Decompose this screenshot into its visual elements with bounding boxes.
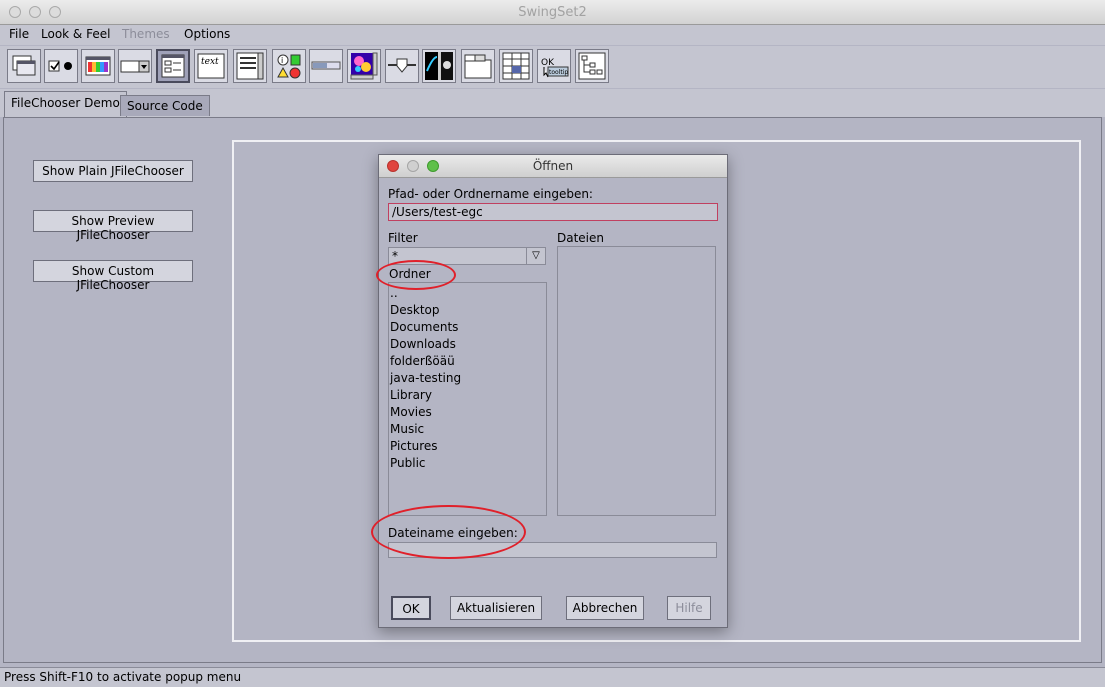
slider-icon xyxy=(388,58,416,73)
folders-list[interactable]: .. Desktop Documents Downloads folderßöä… xyxy=(388,282,547,516)
cancel-button[interactable]: Abbrechen xyxy=(566,596,644,620)
help-button: Hilfe xyxy=(667,596,711,620)
editorpane-demo-button[interactable]: text xyxy=(194,49,228,83)
menu-file[interactable]: File xyxy=(9,27,29,41)
list-item[interactable]: java-testing xyxy=(389,370,546,387)
menu-look-and-feel[interactable]: Look & Feel xyxy=(41,27,110,41)
table-demo-button[interactable] xyxy=(499,49,533,83)
tooltip-icon-sub: tooltip xyxy=(549,69,568,76)
svg-text:i: i xyxy=(281,56,283,65)
show-plain-filechooser-button[interactable]: Show Plain JFileChooser xyxy=(33,160,193,182)
combobox-demo-button[interactable] xyxy=(118,49,152,83)
list-demo-button[interactable] xyxy=(233,49,267,83)
optionpane-icon: i xyxy=(277,54,301,79)
slider-demo-button[interactable] xyxy=(385,49,419,83)
window-titlebar: SwingSet2 xyxy=(0,0,1105,25)
dialog-titlebar: Öffnen xyxy=(379,155,727,178)
list-item[interactable]: Library xyxy=(389,387,546,404)
internalframe-demo-button[interactable] xyxy=(7,49,41,83)
path-label: Pfad- oder Ordnername eingeben: xyxy=(388,187,593,201)
show-custom-filechooser-button[interactable]: Show Custom JFileChooser xyxy=(33,260,193,292)
show-preview-filechooser-button[interactable]: Show Preview JFileChooser xyxy=(33,210,193,242)
list-item[interactable]: Movies xyxy=(389,404,546,421)
progressbar-icon xyxy=(311,61,341,70)
splitpane-demo-button[interactable] xyxy=(422,49,456,83)
table-icon xyxy=(502,52,530,80)
files-label: Dateien xyxy=(557,231,605,245)
buttons-demo-button[interactable] xyxy=(44,49,78,83)
buttons-icon xyxy=(48,60,72,72)
list-icon xyxy=(236,52,264,80)
path-input[interactable]: /Users/test-egc xyxy=(388,203,718,221)
menu-themes: Themes xyxy=(122,27,170,41)
files-list[interactable] xyxy=(557,246,716,516)
filechooser-demo-button[interactable] xyxy=(156,49,190,83)
window-title: SwingSet2 xyxy=(518,5,587,20)
ok-button[interactable]: OK xyxy=(391,596,431,620)
list-item[interactable]: Public xyxy=(389,455,546,472)
tooltip-demo-button[interactable]: OK tooltip xyxy=(537,49,571,83)
tree-icon xyxy=(578,52,606,80)
filter-dropdown-icon[interactable]: ▽ xyxy=(526,248,545,264)
tab-filechooser-demo[interactable]: FileChooser Demo xyxy=(4,91,127,118)
colorchooser-icon xyxy=(85,56,111,76)
annotation-circle-folders xyxy=(376,260,456,290)
optionpane-demo-button[interactable]: i xyxy=(272,49,306,83)
tabbedpane-demo-button[interactable] xyxy=(461,49,495,83)
menu-bar: File Look & Feel Themes Options xyxy=(0,25,1105,45)
list-item[interactable]: Pictures xyxy=(389,438,546,455)
progressbar-demo-button[interactable] xyxy=(309,49,343,83)
combobox-icon xyxy=(120,60,150,73)
colorchooser-demo-button[interactable] xyxy=(81,49,115,83)
list-item[interactable]: Downloads xyxy=(389,336,546,353)
scrollpane-icon xyxy=(350,52,378,80)
update-button[interactable]: Aktualisieren xyxy=(450,596,542,620)
editorpane-icon-text: text xyxy=(201,57,219,67)
dialog-title: Öffnen xyxy=(532,159,574,173)
tree-demo-button[interactable] xyxy=(575,49,609,83)
editorpane-icon: text xyxy=(197,53,225,79)
status-bar: Press Shift-F10 to activate popup menu xyxy=(0,667,1105,687)
tab-source-code[interactable]: Source Code xyxy=(120,95,210,116)
tab-row: FileChooser Demo Source Code xyxy=(0,89,1105,118)
list-item[interactable]: Documents xyxy=(389,319,546,336)
filter-label: Filter xyxy=(388,231,418,245)
tabbedpane-icon xyxy=(464,54,492,79)
list-item[interactable]: folderßöäü xyxy=(389,353,546,370)
tooltip-icon: OKtooltip xyxy=(541,58,569,78)
filechooser-icon xyxy=(161,54,185,78)
scrollpane-demo-button[interactable] xyxy=(347,49,381,83)
internalframe-icon xyxy=(12,55,36,76)
list-item[interactable]: Desktop xyxy=(389,302,546,319)
annotation-circle-filename xyxy=(371,505,526,559)
list-item[interactable]: Music xyxy=(389,421,546,438)
demo-toolbar: text i OK tooltip xyxy=(0,46,1105,88)
splitpane-icon xyxy=(425,52,453,80)
menu-options[interactable]: Options xyxy=(184,27,230,41)
